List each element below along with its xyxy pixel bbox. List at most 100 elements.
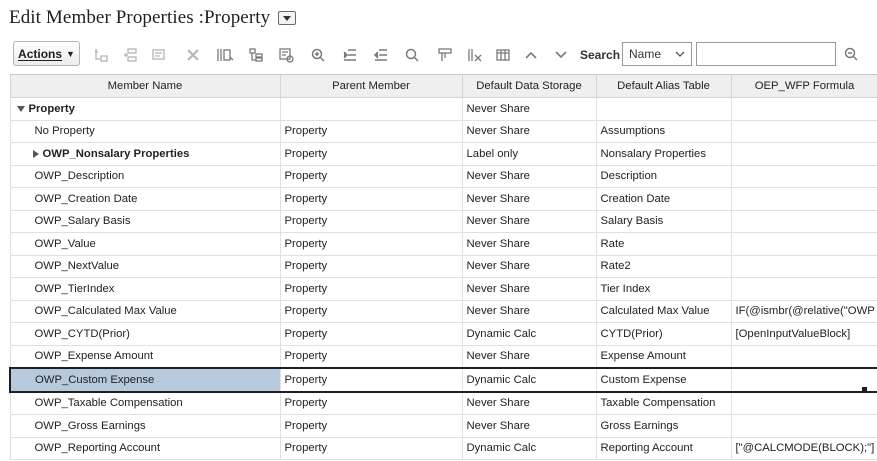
alias-cell[interactable]: Taxable Compensation: [595, 391, 732, 415]
data-storage-cell[interactable]: Never Share: [461, 119, 597, 143]
zoom-out-icon[interactable]: [403, 46, 421, 64]
table-row[interactable]: Property Never Share: [9, 97, 877, 121]
parent-member-cell[interactable]: [279, 97, 463, 121]
column-header-oep-wfp-formula[interactable]: OEP_WFP Formula: [730, 74, 877, 98]
alias-cell[interactable]: Custom Expense: [595, 367, 732, 393]
parent-member-cell[interactable]: Property: [279, 322, 463, 346]
alias-cell[interactable]: [595, 97, 732, 121]
formula-cell[interactable]: [OpenInputValueBlock]: [730, 322, 877, 346]
table-row[interactable]: OWP_CYTD(Prior) Property Dynamic Calc CY…: [9, 322, 877, 346]
alias-cell[interactable]: Expense Amount: [595, 344, 732, 369]
parent-member-cell[interactable]: Property: [279, 277, 463, 301]
column-header-member-name[interactable]: Member Name: [9, 74, 281, 98]
data-storage-cell[interactable]: Label only: [461, 142, 597, 166]
data-storage-cell[interactable]: Never Share: [461, 299, 597, 323]
column-header-default-data-storage[interactable]: Default Data Storage: [461, 74, 597, 98]
formula-cell[interactable]: [730, 209, 877, 233]
formula-cell[interactable]: [730, 254, 877, 278]
move-icon[interactable]: [436, 46, 454, 64]
column-settings-icon[interactable]: [216, 46, 234, 64]
formula-cell[interactable]: ["@CALCMODE(BLOCK);"]: [730, 436, 877, 460]
member-name-cell[interactable]: OWP_Expense Amount: [9, 344, 281, 369]
table-row[interactable]: OWP_Reporting Account Property Dynamic C…: [9, 436, 877, 460]
alias-cell[interactable]: CYTD(Prior): [595, 322, 732, 346]
table-row[interactable]: OWP_Nonsalary Properties Property Label …: [9, 142, 877, 166]
formula-cell[interactable]: [730, 344, 877, 369]
parent-member-cell[interactable]: Property: [279, 344, 463, 369]
outdent-icon[interactable]: [372, 46, 390, 64]
search-input[interactable]: [696, 42, 836, 66]
delete-icon[interactable]: [184, 46, 202, 64]
collapse-icon[interactable]: [16, 105, 25, 112]
formula-cell[interactable]: [730, 164, 877, 188]
alias-cell[interactable]: Reporting Account: [595, 436, 732, 460]
data-storage-cell[interactable]: Never Share: [461, 344, 597, 369]
zoom-in-icon[interactable]: [309, 46, 327, 64]
parent-member-cell[interactable]: Property: [279, 142, 463, 166]
table-row[interactable]: OWP_Expense Amount Property Never Share …: [9, 344, 877, 369]
parent-member-cell[interactable]: Property: [279, 414, 463, 438]
table-row[interactable]: OWP_TierIndex Property Never Share Tier …: [9, 277, 877, 301]
member-name-cell[interactable]: OWP_Reporting Account: [9, 436, 281, 460]
alias-cell[interactable]: Assumptions: [595, 119, 732, 143]
member-name-cell[interactable]: Property: [9, 97, 281, 121]
alias-cell[interactable]: Salary Basis: [595, 209, 732, 233]
move-up-icon[interactable]: [522, 46, 540, 64]
member-name-cell[interactable]: OWP_TierIndex: [9, 277, 281, 301]
search-field-select[interactable]: Name: [622, 42, 692, 66]
alias-cell[interactable]: Rate: [595, 232, 732, 256]
data-storage-cell[interactable]: Dynamic Calc: [461, 436, 597, 460]
member-name-cell[interactable]: OWP_Description: [9, 164, 281, 188]
selection-resize-handle[interactable]: [862, 387, 867, 392]
edit-member-icon[interactable]: [150, 46, 168, 64]
parent-member-cell[interactable]: Property: [279, 164, 463, 188]
member-name-cell[interactable]: OWP_Value: [9, 232, 281, 256]
data-storage-cell[interactable]: Never Share: [461, 97, 597, 121]
formula-cell[interactable]: [730, 391, 877, 415]
data-storage-cell[interactable]: Never Share: [461, 277, 597, 301]
parent-member-cell[interactable]: Property: [279, 299, 463, 323]
member-name-cell[interactable]: No Property: [9, 119, 281, 143]
formula-cell[interactable]: [730, 119, 877, 143]
data-storage-cell[interactable]: Never Share: [461, 232, 597, 256]
formula-cell[interactable]: [730, 232, 877, 256]
parent-member-cell[interactable]: Property: [279, 187, 463, 211]
validate-icon[interactable]: [277, 46, 295, 64]
indent-icon[interactable]: [341, 46, 359, 64]
expand-all-icon[interactable]: [247, 46, 265, 64]
table-row[interactable]: OWP_Gross Earnings Property Never Share …: [9, 414, 877, 438]
data-storage-cell[interactable]: Never Share: [461, 187, 597, 211]
formula-cell[interactable]: [730, 277, 877, 301]
table-row-selected[interactable]: OWP_Custom Expense Property Dynamic Calc…: [9, 367, 877, 393]
member-name-cell[interactable]: OWP_Creation Date: [9, 187, 281, 211]
data-storage-cell[interactable]: Dynamic Calc: [461, 367, 597, 393]
parent-member-cell[interactable]: Property: [279, 391, 463, 415]
member-name-cell[interactable]: OWP_Nonsalary Properties: [9, 142, 281, 166]
formula-cell[interactable]: [730, 367, 877, 393]
data-storage-cell[interactable]: Never Share: [461, 164, 597, 188]
parent-member-cell[interactable]: Property: [279, 254, 463, 278]
alias-cell[interactable]: Description: [595, 164, 732, 188]
table-row[interactable]: OWP_Salary Basis Property Never Share Sa…: [9, 209, 877, 233]
column-header-default-alias-table[interactable]: Default Alias Table: [595, 74, 732, 98]
alias-cell[interactable]: Rate2: [595, 254, 732, 278]
column-header-parent-member[interactable]: Parent Member: [279, 74, 463, 98]
table-row[interactable]: OWP_Taxable Compensation Property Never …: [9, 391, 877, 415]
formula-cell[interactable]: [730, 97, 877, 121]
member-name-cell[interactable]: OWP_Taxable Compensation: [9, 391, 281, 415]
member-name-cell[interactable]: OWP_Gross Earnings: [9, 414, 281, 438]
data-storage-cell[interactable]: Never Share: [461, 209, 597, 233]
member-name-cell[interactable]: OWP_Calculated Max Value: [9, 299, 281, 323]
table-row[interactable]: OWP_Description Property Never Share Des…: [9, 164, 877, 188]
search-go-icon[interactable]: [843, 46, 859, 67]
table-row[interactable]: OWP_Creation Date Property Never Share C…: [9, 187, 877, 211]
table-row[interactable]: No Property Property Never Share Assumpt…: [9, 119, 877, 143]
move-down-icon[interactable]: [552, 46, 570, 64]
data-storage-cell[interactable]: Never Share: [461, 254, 597, 278]
formula-cell[interactable]: [730, 414, 877, 438]
data-storage-cell[interactable]: Dynamic Calc: [461, 322, 597, 346]
alias-cell[interactable]: Calculated Max Value: [595, 299, 732, 323]
actions-menu-button[interactable]: Actions ▼: [13, 41, 80, 66]
parent-member-cell[interactable]: Property: [279, 436, 463, 460]
title-dropdown-button[interactable]: [278, 11, 297, 25]
